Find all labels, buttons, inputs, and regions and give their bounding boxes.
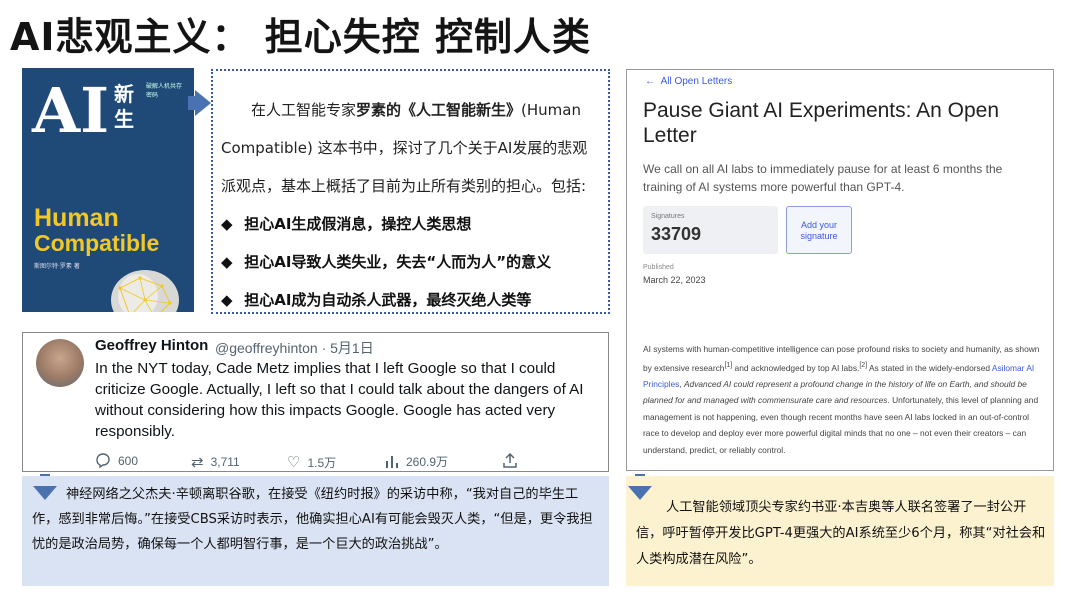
- arrow-left-icon: ←: [645, 76, 655, 87]
- diamond-bullet-icon: ◆: [221, 253, 233, 271]
- published-date: March 22, 2023: [643, 275, 706, 285]
- reply-button[interactable]: 600: [95, 453, 138, 468]
- share-button[interactable]: [503, 453, 517, 468]
- tweet-actions: 600 ⇄ 3,711 ♡ 1.5万 260.9万: [95, 453, 535, 471]
- cover-cn-title: 新生: [114, 82, 134, 131]
- diamond-bullet-icon: ◆: [221, 215, 233, 233]
- open-letter-screenshot: ← All Open Letters Pause Giant AI Experi…: [626, 69, 1054, 471]
- concern-item: ◆ 担心AI导致人类失业，失去“人而为人”的意义: [221, 243, 600, 281]
- reference-2[interactable]: [2]: [859, 362, 867, 369]
- tweet-card: Geoffrey Hinton @geoffreyhinton · 5月1日 I…: [22, 332, 609, 472]
- down-arrow-icon: [628, 486, 652, 500]
- retweet-icon: ⇄: [191, 454, 204, 471]
- concern-item: ◆ 担心AI成为自动杀人武器，最终灭绝人类等: [221, 281, 600, 319]
- description-lead: 在人工智能专家: [251, 101, 357, 119]
- cover-author: 斯图尔特·罗素 著: [34, 263, 80, 270]
- like-count: 1.5万: [307, 455, 337, 470]
- description-book-title: 罗素的《人工智能新生》: [356, 101, 522, 119]
- tweet-text: In the NYT today, Cade Metz implies that…: [95, 360, 584, 440]
- signatures-label: Signatures: [651, 213, 685, 220]
- signatures-box: Signatures 33709: [643, 206, 778, 254]
- reply-count: 600: [118, 453, 139, 468]
- share-icon: [503, 453, 517, 468]
- back-link[interactable]: ← All Open Letters: [645, 76, 732, 87]
- book-cover-image: AI 新生 破解人机共存密码 Human Compatible 斯图尔特·罗素 …: [22, 68, 194, 312]
- avatar[interactable]: [36, 339, 84, 387]
- hinton-caption: 神经网络之父杰夫·辛顿离职谷歌，在接受《纽约时报》的采访中称，“我对自己的毕生工…: [22, 476, 609, 586]
- open-letter-caption: 人工智能领域顶尖专家约书亚·本吉奥等人联名签署了一封公开信，呼吁暂停开发比GPT…: [626, 476, 1054, 586]
- retweet-count: 3,711: [210, 455, 240, 469]
- retweet-button[interactable]: ⇄ 3,711: [191, 453, 240, 471]
- add-signature-button[interactable]: Add your signature: [786, 206, 852, 254]
- arrow-right-icon: [195, 90, 211, 116]
- like-button[interactable]: ♡ 1.5万: [287, 453, 336, 471]
- tweet-handle-date[interactable]: @geoffreyhinton · 5月1日: [215, 338, 374, 358]
- diamond-bullet-icon: ◆: [221, 291, 233, 309]
- concern-list: ◆ 担心AI生成假消息，操控人类思想 ◆ 担心AI导致人类失业，失去“人而为人”…: [221, 205, 600, 319]
- cover-ai-text: AI: [32, 74, 110, 147]
- heart-icon: ♡: [287, 454, 301, 471]
- concern-item: ◆ 担心AI生成假消息，操控人类思想: [221, 205, 600, 243]
- cover-subtitle: 破解人机共存密码: [146, 83, 183, 99]
- cover-title-compatible: Compatible: [34, 230, 160, 256]
- tweet-author-name[interactable]: Geoffrey Hinton: [95, 337, 208, 354]
- reply-icon: [96, 453, 110, 468]
- published-label: Published: [643, 264, 674, 271]
- views-button[interactable]: 260.9万: [385, 453, 448, 470]
- down-arrow-icon: [33, 486, 57, 500]
- sculpture-head-illustration: [111, 270, 179, 312]
- letter-title: Pause Giant AI Experiments: An Open Lett…: [643, 99, 1000, 147]
- letter-body: AI systems with human-competitive intell…: [643, 344, 1040, 455]
- book-description-box: 在人工智能专家罗素的《人工智能新生》(Human Compatible) 这本书…: [211, 69, 610, 314]
- view-count: 260.9万: [406, 455, 449, 469]
- letter-subtitle: We call on all AI labs to immediately pa…: [643, 162, 1003, 194]
- cover-title-human: Human: [34, 204, 119, 232]
- slide-title: AI悲观主义： 担心失控 控制人类: [10, 15, 592, 59]
- bar-chart-icon: [386, 455, 398, 468]
- description-paragraph: 在人工智能专家罗素的《人工智能新生》(Human Compatible) 这本书…: [221, 91, 600, 205]
- signatures-count: 33709: [651, 224, 702, 244]
